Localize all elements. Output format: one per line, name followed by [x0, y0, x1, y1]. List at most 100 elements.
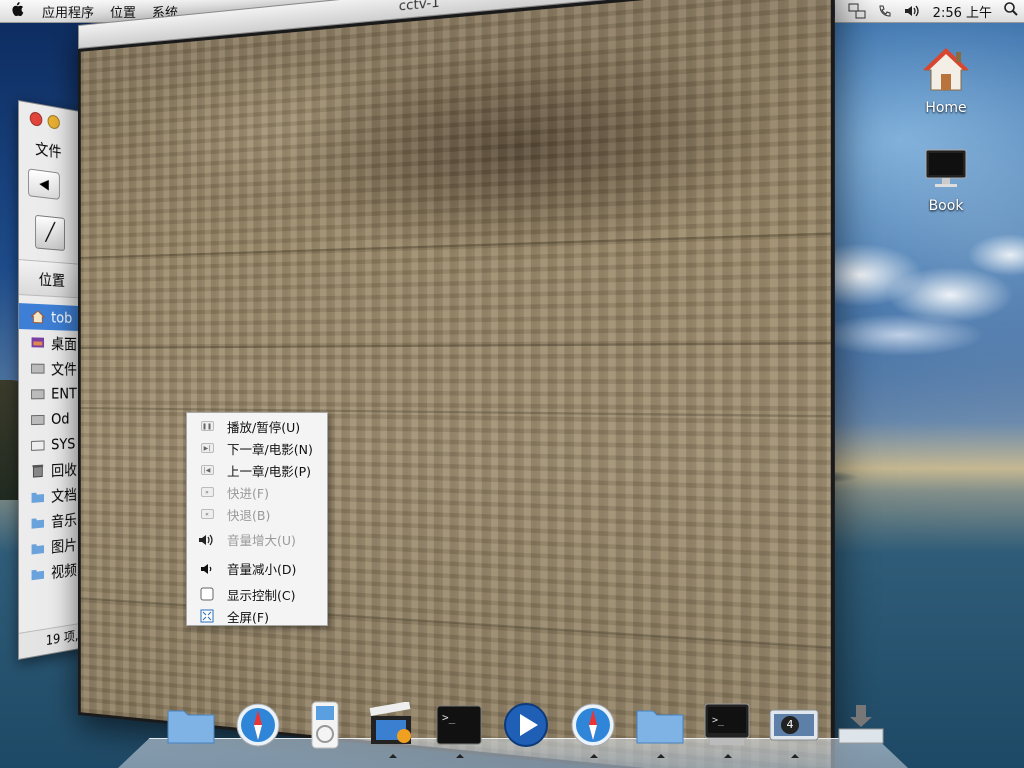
place-label: 文件	[51, 358, 77, 379]
video-player-window[interactable]: cctv-1	[78, 0, 835, 768]
back-button[interactable]: ◀	[28, 168, 60, 200]
trash-icon	[30, 463, 46, 480]
running-indicator	[456, 754, 464, 758]
menu-item-label: 上一章/电影(P)	[227, 461, 311, 480]
ipod-icon	[310, 700, 340, 754]
desktop-icon-label: Book	[906, 198, 986, 214]
place-label: 视频	[51, 559, 77, 583]
place-label: 音乐	[51, 508, 77, 531]
menu-item-fast-forward: » 快进(F)	[187, 481, 327, 503]
context-menu: ❚❚ 播放/暂停(U) ▶| 下一章/电影(N) |◀ 上一章/电影(P) » …	[186, 412, 328, 626]
edit-icon[interactable]: ╱	[35, 215, 65, 251]
previous-chapter-icon: |◀	[201, 465, 214, 475]
place-label: 文档	[51, 483, 77, 505]
checkbox-icon[interactable]	[187, 587, 227, 601]
rewind-icon: «	[201, 509, 214, 519]
menu-item-previous-chapter[interactable]: |◀ 上一章/电影(P)	[187, 459, 327, 481]
folder-icon	[30, 488, 46, 505]
terminal-icon: >_	[704, 703, 750, 751]
menu-item-label: 下一章/电影(N)	[227, 439, 313, 458]
clapperboard-icon	[368, 702, 416, 752]
place-label: 回收	[51, 458, 77, 480]
menu-places[interactable]: 位置	[102, 2, 144, 21]
dock-item-safari[interactable]	[233, 702, 283, 752]
video-artifact	[81, 232, 831, 258]
place-label: Od	[51, 410, 69, 428]
dock-item-workspaces[interactable]: 4	[769, 702, 819, 752]
volume-up-icon	[187, 533, 227, 547]
home-folder-icon	[30, 309, 46, 325]
next-chapter-icon: ▶|	[201, 443, 214, 453]
menu-item-label: 音量减小(D)	[227, 559, 296, 578]
desktop-icon-book[interactable]: Book	[906, 148, 986, 214]
dock-item-terminal[interactable]: >_	[702, 702, 752, 752]
folder-icon	[166, 705, 216, 749]
house-icon	[906, 46, 986, 98]
window-title: cctv-1	[399, 0, 440, 14]
compass-icon	[235, 702, 281, 752]
drive-icon	[30, 437, 46, 453]
menu-item-label: 快退(B)	[227, 505, 270, 524]
dock: >_ >_ 4	[166, 702, 886, 752]
menu-item-play-pause[interactable]: ❚❚ 播放/暂停(U)	[187, 415, 327, 437]
drive-icon	[30, 386, 46, 402]
svg-text:>_: >_	[442, 711, 456, 724]
video-frame[interactable]	[78, 0, 835, 768]
svg-text:>_: >_	[712, 715, 725, 726]
workspace-icon: 4	[769, 706, 819, 748]
running-indicator	[389, 754, 397, 758]
window-controls	[30, 111, 60, 130]
dock-item-folder[interactable]	[166, 702, 216, 752]
menu-file[interactable]: 文件	[35, 138, 61, 163]
apple-logo-icon[interactable]	[0, 1, 34, 21]
fullscreen-icon	[187, 609, 227, 623]
dock-item-folder[interactable]	[635, 702, 685, 752]
drive-icon	[30, 411, 46, 427]
menu-item-label: 快进(F)	[227, 483, 269, 502]
place-label: 桌面	[51, 333, 77, 354]
minimize-icon[interactable]	[48, 114, 60, 130]
folder-icon	[30, 565, 46, 583]
dock-item-ipod[interactable]	[300, 702, 350, 752]
menu-item-rewind: « 快退(B)	[187, 503, 327, 525]
dock-item-safari[interactable]	[568, 702, 618, 752]
menu-item-next-chapter[interactable]: ▶| 下一章/电影(N)	[187, 437, 327, 459]
desktop-icon	[30, 334, 46, 350]
place-label: SYS	[51, 435, 75, 454]
volume-icon[interactable]	[902, 3, 924, 19]
fast-forward-icon: »	[201, 487, 214, 497]
dock-item-media-player[interactable]	[501, 702, 551, 752]
close-icon[interactable]	[30, 111, 42, 127]
running-indicator	[590, 754, 598, 758]
phone-icon[interactable]	[874, 3, 896, 19]
menu-item-volume-up: 音量增大(U)	[187, 525, 327, 554]
play-circle-icon	[503, 702, 549, 752]
badge: 4	[781, 716, 799, 734]
compass-icon	[570, 702, 616, 752]
terminal-icon: >_	[436, 705, 482, 749]
menu-item-fullscreen[interactable]: 全屏(F)	[187, 605, 327, 627]
desktop-icon-label: Home	[906, 100, 986, 116]
play-pause-icon: ❚❚	[201, 421, 214, 431]
volume-down-icon	[187, 562, 227, 576]
menu-item-volume-down[interactable]: 音量减小(D)	[187, 554, 327, 583]
dock-item-terminal[interactable]: >_	[434, 702, 484, 752]
search-icon[interactable]	[998, 1, 1024, 21]
menu-applications[interactable]: 应用程序	[34, 2, 102, 21]
menu-item-show-controls[interactable]: 显示控制(C)	[187, 583, 327, 605]
running-indicator	[724, 754, 732, 758]
menu-item-label: 全屏(F)	[227, 607, 269, 626]
computer-icon	[906, 148, 986, 196]
network-icon[interactable]	[846, 3, 868, 19]
place-label: 图片	[51, 534, 77, 557]
running-indicator	[657, 754, 665, 758]
folder-icon	[30, 514, 46, 531]
menu-item-label: 播放/暂停(U)	[227, 417, 300, 436]
dock-item-video-player[interactable]	[367, 702, 417, 752]
download-tray-icon	[836, 703, 886, 751]
folder-icon	[30, 539, 46, 557]
desktop-icon-home[interactable]: Home	[906, 46, 986, 116]
place-label: ENT	[51, 385, 77, 403]
dock-item-downloads[interactable]	[836, 702, 886, 752]
clock[interactable]: 2:56 上午	[927, 2, 998, 21]
